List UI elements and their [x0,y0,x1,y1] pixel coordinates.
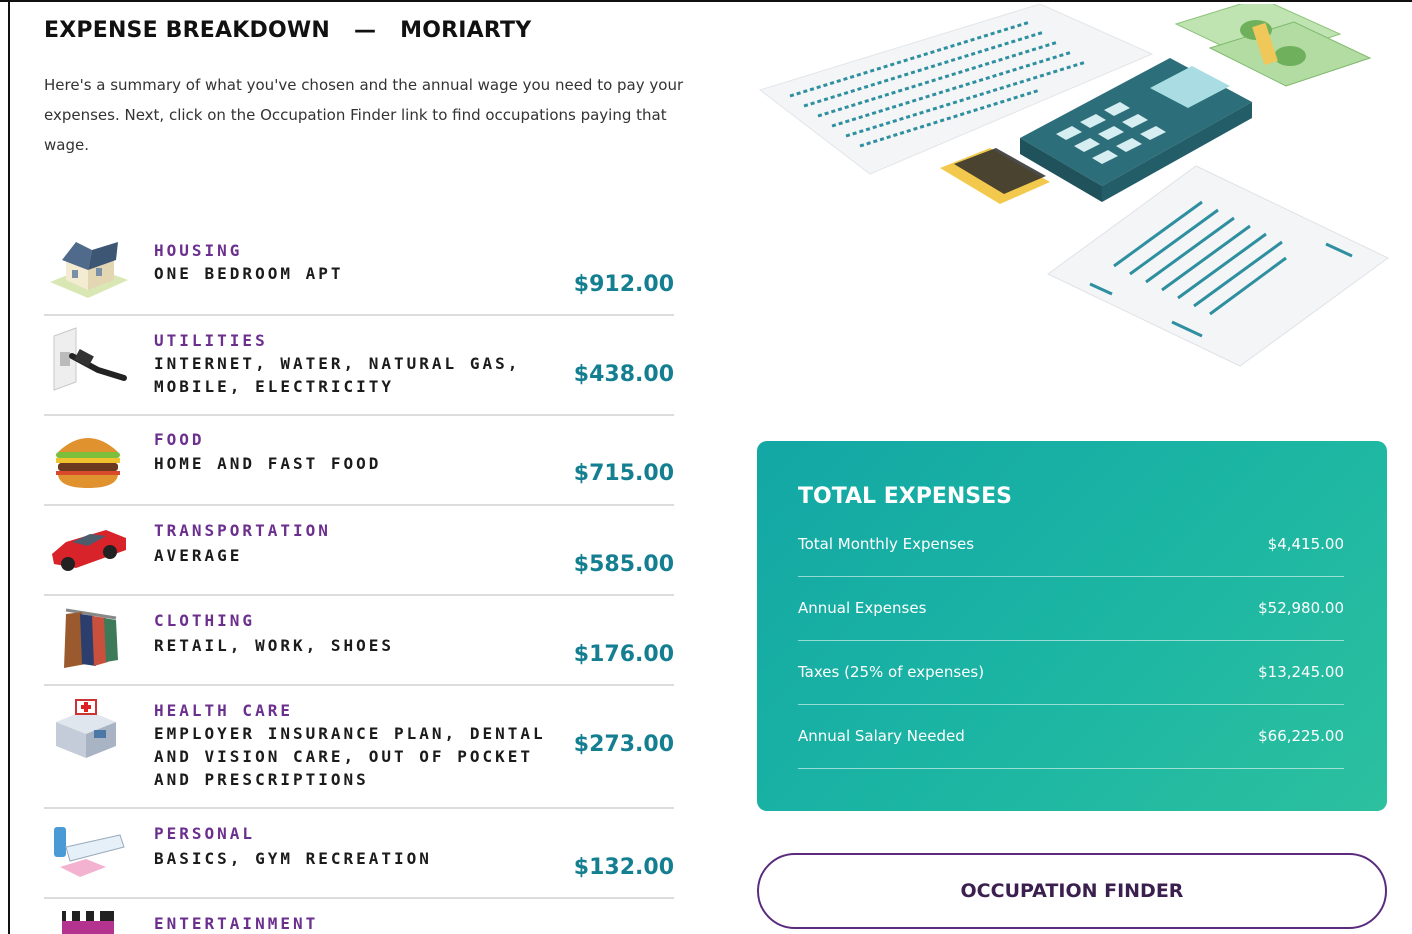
expense-description: INTERNET, WATER, NATURAL GAS, MOBILE, EL… [154,354,521,396]
expense-category: PERSONAL [154,824,256,843]
total-expenses-title: TOTAL EXPENSES [798,484,1012,509]
power-plug-icon [53,327,127,391]
expense-row-housing: HOUSING ONE BEDROOM APT $912.00 [44,226,674,316]
expense-amount: $438.00 [573,362,674,387]
expense-category: TRANSPORTATION [154,521,331,540]
expense-category: FOOD [154,430,205,449]
page-title-text: EXPENSE BREAKDOWN [44,18,330,43]
expense-amount: $715.00 [573,461,674,486]
frame-top-border [0,0,1412,2]
expense-category: UTILITIES [154,331,268,350]
total-row-value: $66,225.00 [1258,727,1344,745]
budget-illustration [758,4,1389,367]
expense-row-food: FOOD HOME AND FAST FOOD $715.00 [44,416,674,506]
total-row-value: $4,415.00 [1267,535,1344,553]
expense-description: BASICS, GYM RECREATION [154,849,432,868]
clapperboard-icon [62,911,114,934]
burger-icon [56,438,120,488]
total-row-value: $13,245.00 [1258,663,1344,681]
page-title: EXPENSE BREAKDOWN — MORIARTY [44,18,531,43]
total-row-monthly: Total Monthly Expenses $4,415.00 [798,513,1344,577]
hospital-icon [56,699,116,758]
intro-text: Here's a summary of what you've chosen a… [44,76,684,154]
expense-row-clothing: CLOTHING RETAIL, WORK, SHOES $176.00 [44,596,674,686]
total-row-label: Taxes (25% of expenses) [798,663,985,681]
expense-description: EMPLOYER INSURANCE PLAN, DENTAL AND VISI… [154,724,546,789]
car-icon [52,530,126,571]
expense-amount: $585.00 [573,552,674,577]
expense-description: HOME AND FAST FOOD [154,454,382,473]
expense-category: HOUSING [154,241,243,260]
expense-amount: $912.00 [573,272,674,297]
title-separator: — [353,18,377,43]
expense-row-transportation: TRANSPORTATION AVERAGE $585.00 [44,506,674,596]
occupation-finder-button[interactable]: OCCUPATION FINDER [757,853,1387,929]
total-row-label: Annual Salary Needed [798,727,965,745]
total-row-taxes: Taxes (25% of expenses) $13,245.00 [798,641,1344,705]
clothes-rack-icon [64,608,118,668]
expense-description: RETAIL, WORK, SHOES [154,636,395,655]
expense-amount: $176.00 [573,642,674,667]
frame-left-border [8,0,10,934]
total-row-annual: Annual Expenses $52,980.00 [798,577,1344,641]
total-expenses-panel: TOTAL EXPENSES Total Monthly Expenses $4… [757,441,1387,811]
expense-category: CLOTHING [154,611,256,630]
total-row-label: Total Monthly Expenses [798,535,975,553]
house-icon [50,242,128,298]
expense-description: AVERAGE [154,546,243,565]
expense-row-personal: PERSONAL BASICS, GYM RECREATION $132.00 [44,809,674,899]
total-row-value: $52,980.00 [1258,599,1344,617]
expense-description: ONE BEDROOM APT [154,264,344,283]
expense-row-health-care: HEALTH CARE EMPLOYER INSURANCE PLAN, DEN… [44,686,674,809]
expense-amount: $132.00 [573,855,674,880]
player-name: MORIARTY [400,18,532,43]
expense-row-entertainment: ENTERTAINMENT [44,899,674,934]
expense-amount: $273.00 [573,732,674,757]
toiletries-icon [54,827,125,877]
total-row-salary-needed: Annual Salary Needed $66,225.00 [798,705,1344,769]
total-row-label: Annual Expenses [798,599,927,617]
expense-row-utilities: UTILITIES INTERNET, WATER, NATURAL GAS, … [44,316,674,416]
expense-category: ENTERTAINMENT [154,914,319,933]
expense-category: HEALTH CARE [154,701,293,720]
